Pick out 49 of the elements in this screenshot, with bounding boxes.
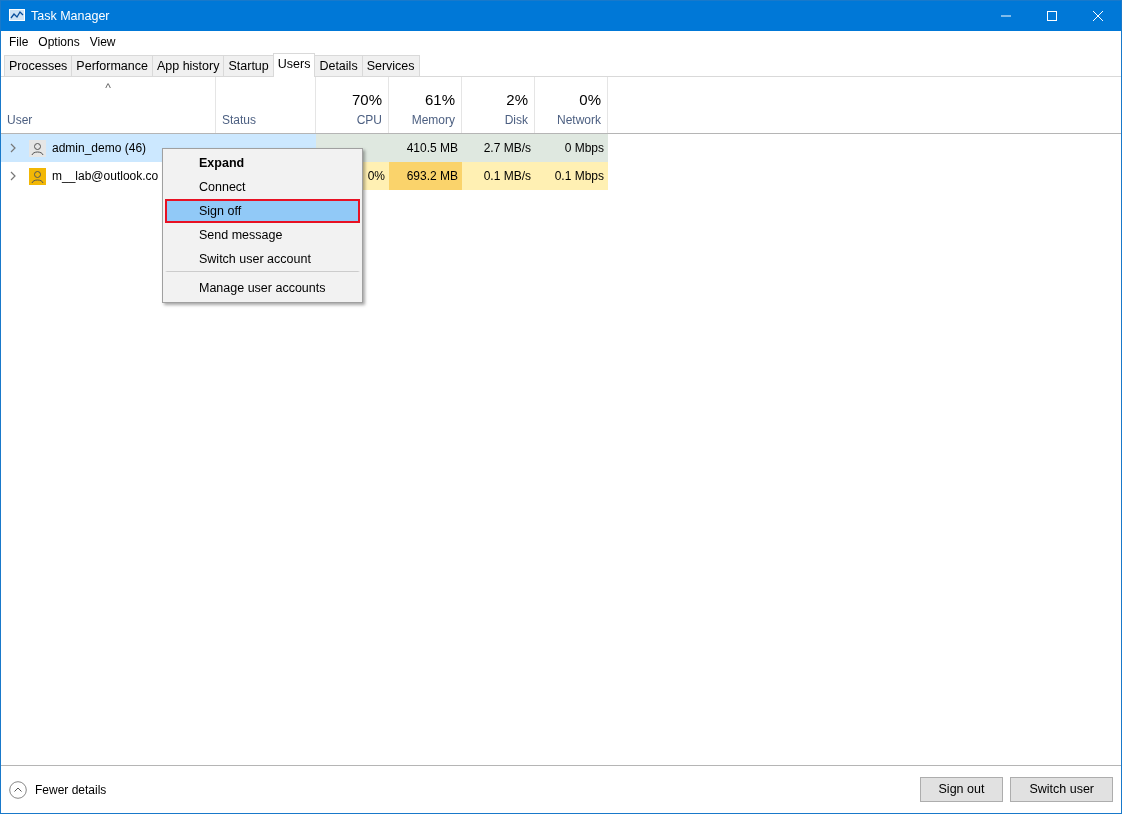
table-cell: 410.5 MB xyxy=(389,134,462,162)
table-cell: 0 Mbps xyxy=(535,134,608,162)
column-header[interactable]: 61% Memory xyxy=(389,77,462,133)
expand-chevron-icon[interactable] xyxy=(9,171,17,181)
app-icon xyxy=(9,9,25,23)
column-total: 2% xyxy=(506,89,528,110)
tab[interactable]: Startup xyxy=(223,55,274,76)
user-name: admin_demo (46) xyxy=(52,140,147,157)
menu-option[interactable]: Manage user accounts xyxy=(165,276,360,300)
footer-button[interactable]: Switch user xyxy=(1010,777,1113,802)
column-total: 0% xyxy=(579,89,601,110)
column-header[interactable]: ^ User xyxy=(1,77,216,133)
close-icon[interactable] xyxy=(1090,9,1106,23)
menu-item[interactable]: Options xyxy=(33,33,85,51)
user-name: m__lab@outlook.co xyxy=(52,168,159,185)
column-label: User xyxy=(7,112,34,129)
window-title: Task Manager xyxy=(31,7,111,25)
column-label: Memory xyxy=(411,112,455,129)
column-header[interactable]: 70% CPU xyxy=(316,77,389,133)
column-label: Status xyxy=(222,112,258,129)
tab[interactable]: Users xyxy=(272,53,316,77)
tab[interactable]: App history xyxy=(151,55,225,76)
column-header[interactable]: 2% Disk xyxy=(462,77,535,133)
menu-item[interactable]: File xyxy=(4,33,34,51)
footer-button[interactable]: Sign out xyxy=(919,777,1004,802)
column-label: Network xyxy=(557,112,601,129)
fewer-details-link[interactable]: Fewer details xyxy=(35,780,107,799)
tab[interactable]: Services xyxy=(361,55,420,76)
tab[interactable]: Details xyxy=(314,55,363,76)
menu-option[interactable]: Send message xyxy=(165,223,360,247)
menu-item[interactable]: View xyxy=(84,33,121,51)
table-cell: 2.7 MB/s xyxy=(462,134,535,162)
table-cell: 0.1 MB/s xyxy=(462,162,535,190)
table-cell: 693.2 MB xyxy=(389,162,462,190)
column-label: Disk xyxy=(504,112,528,129)
maximize-icon[interactable] xyxy=(1044,9,1060,23)
tab[interactable]: Processes xyxy=(4,55,73,76)
column-header[interactable]: Status xyxy=(216,77,316,133)
menu-option[interactable]: Sign off xyxy=(165,199,360,223)
column-total: 70% xyxy=(351,89,382,110)
sort-indicator[interactable]: ^ xyxy=(7,79,209,97)
collapse-icon[interactable] xyxy=(9,780,27,799)
expand-chevron-icon[interactable] xyxy=(9,143,17,153)
column-header[interactable]: 0% Network xyxy=(535,77,608,133)
column-total: 61% xyxy=(424,89,455,110)
table-cell: 0.1 Mbps xyxy=(535,162,608,190)
column-label: CPU xyxy=(356,112,382,129)
menu-option[interactable]: Switch user account xyxy=(165,247,360,272)
tab[interactable]: Performance xyxy=(71,55,153,76)
